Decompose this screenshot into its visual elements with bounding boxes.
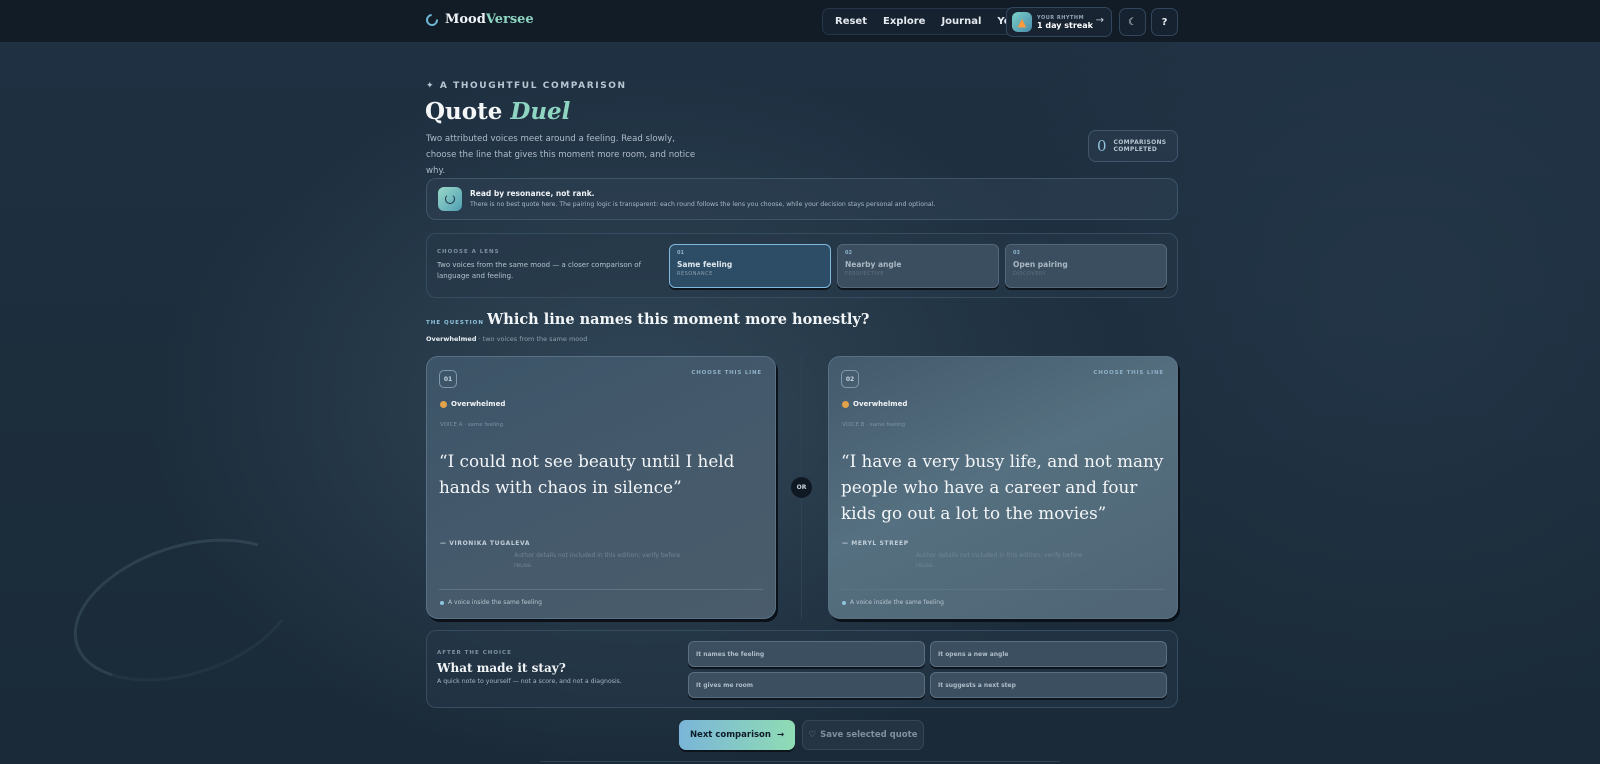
card-divider xyxy=(439,589,763,590)
reason-names-feeling[interactable]: It names the feeling xyxy=(688,641,925,667)
lens-option-number: 03 xyxy=(1013,250,1020,256)
refresh-ring-icon xyxy=(438,187,462,211)
card-footer-text: A voice inside the same feeling xyxy=(850,599,944,606)
top-bar: MoodVersee Reset Explore Journal You ▲ Y… xyxy=(0,0,1600,43)
lens-option-name: Open pairing xyxy=(1013,260,1068,269)
resonance-notice: Read by resonance, not rank. There is no… xyxy=(426,178,1178,220)
flame-icon: ▲ xyxy=(1012,12,1032,32)
streak-text: YOUR RHYTHM 1 day streak xyxy=(1037,15,1093,30)
lens-option-sub: DISCOVERY xyxy=(1013,271,1047,277)
question-sub-text: · two voices from the same mood xyxy=(478,335,588,343)
streak-count: 1 xyxy=(1037,20,1043,30)
lens-option-open-pairing[interactable]: 03 Open pairing DISCOVERY xyxy=(1005,244,1167,288)
after-label: AFTER THE CHOICE xyxy=(437,650,512,656)
mood-dot-icon xyxy=(440,400,447,408)
lens-option-name: Same feeling xyxy=(677,260,733,269)
lens-option-sub: PERSPECTIVE xyxy=(845,271,885,277)
reason-next-step[interactable]: It suggests a next step xyxy=(930,672,1167,698)
app-name: MoodVersee xyxy=(445,12,534,27)
notice-text: There is no best quote here. The pairing… xyxy=(470,201,936,208)
streak-unit: day streak xyxy=(1045,20,1093,30)
help-button[interactable]: ? xyxy=(1151,8,1178,36)
nav-journal[interactable]: Journal xyxy=(933,16,989,27)
app-logo[interactable]: MoodVersee xyxy=(423,11,534,28)
save-quote-label: Save selected quote xyxy=(820,730,918,740)
counter-value: 0 xyxy=(1097,137,1107,155)
lens-description: Two voices from the same mood — a closer… xyxy=(437,261,642,280)
theme-toggle-button[interactable]: ☾ xyxy=(1119,8,1146,36)
ring-logo-icon xyxy=(423,11,441,28)
card-footer-text: A voice inside the same feeling xyxy=(448,599,542,606)
heart-icon: ♡ xyxy=(808,730,817,740)
author-note: Author details not included in this edit… xyxy=(514,552,681,569)
question-label: THE QUESTION xyxy=(426,320,484,326)
card-mood-label: Overwhelmed xyxy=(451,400,506,408)
lens-selector: CHOOSE A LENS Two voices from the same m… xyxy=(426,233,1178,298)
question-text: Which line names this moment more honest… xyxy=(487,311,870,328)
card-number: 01 xyxy=(439,370,457,388)
next-comparison-label: Next comparison xyxy=(689,730,771,740)
page-title: Quote Duel xyxy=(425,98,570,125)
title-accent: Duel xyxy=(510,98,571,125)
author-note: Author details not included in this edit… xyxy=(916,552,1083,569)
reason-new-angle[interactable]: It opens a new angle xyxy=(930,641,1167,667)
quote-card-b[interactable]: 02 CHOOSE THIS LINE Overwhelmed VOICE B … xyxy=(828,356,1178,619)
lens-option-sub: RESONANCE xyxy=(677,271,713,277)
lens-option-nearby-angle[interactable]: 02 Nearby angle PERSPECTIVE xyxy=(837,244,999,288)
or-badge: OR xyxy=(790,476,813,499)
counter-label: COMPARISONS COMPLETED xyxy=(1114,139,1167,153)
quote-text: “I have a very busy life, and not many p… xyxy=(841,451,1164,523)
question-sub: Overwhelmed · two voices from the same m… xyxy=(426,335,587,343)
lens-option-name: Nearby angle xyxy=(845,260,902,269)
question-mood: Overwhelmed xyxy=(426,335,477,343)
card-voice: VOICE A · same feeling xyxy=(440,422,504,428)
lens-option-same-feeling[interactable]: 01 Same feeling RESONANCE xyxy=(669,244,831,288)
card-mood: Overwhelmed xyxy=(842,400,907,408)
arrow-right-icon: → xyxy=(776,730,785,740)
nav-explore[interactable]: Explore xyxy=(875,16,933,27)
card-number: 02 xyxy=(841,370,859,388)
lens-option-number: 02 xyxy=(845,250,852,256)
decorative-ring xyxy=(55,512,315,708)
card-voice: VOICE B · same feeling xyxy=(842,422,906,428)
streak-value: 1 day streak xyxy=(1037,21,1093,30)
choose-line-button[interactable]: CHOOSE THIS LINE xyxy=(691,370,762,376)
quote-card-a[interactable]: 01 CHOOSE THIS LINE Overwhelmed VOICE A … xyxy=(426,356,776,619)
lens-label: CHOOSE A LENS xyxy=(437,249,500,255)
quote-author: — VIRONIKA TUGALEVA xyxy=(440,540,531,547)
page-eyebrow: ✦ A THOUGHTFUL COMPARISON xyxy=(426,81,627,91)
app-name-main: Mood xyxy=(445,12,486,27)
next-comparison-button[interactable]: Next comparison → xyxy=(679,720,795,750)
nav-reset[interactable]: Reset xyxy=(827,16,875,27)
mood-dot-icon xyxy=(842,400,849,408)
title-main: Quote xyxy=(425,98,503,125)
save-quote-button[interactable]: ♡ Save selected quote xyxy=(802,720,924,750)
after-choice-panel: AFTER THE CHOICE What made it stay? A qu… xyxy=(426,630,1178,708)
card-mood: Overwhelmed xyxy=(440,400,505,408)
card-divider xyxy=(841,589,1165,590)
app-name-accent: Versee xyxy=(485,12,534,27)
after-title: What made it stay? xyxy=(437,661,566,675)
streak-widget[interactable]: ▲ YOUR RHYTHM 1 day streak → xyxy=(1006,7,1112,37)
moon-icon: ☾ xyxy=(1128,16,1137,28)
dot-icon xyxy=(440,600,444,605)
reason-gives-room[interactable]: It gives me room xyxy=(688,672,925,698)
dot-icon xyxy=(842,600,846,605)
card-footer: A voice inside the same feeling xyxy=(842,599,944,606)
arrow-right-icon: → xyxy=(1095,15,1104,26)
counter-label-line1: COMPARISONS xyxy=(1113,139,1167,146)
comparisons-counter: 0 COMPARISONS COMPLETED xyxy=(1088,130,1178,162)
quote-text: “I could not see beauty until I held han… xyxy=(439,451,735,497)
counter-label-line2: COMPLETED xyxy=(1113,146,1158,153)
after-sub: A quick note to yourself — not a score, … xyxy=(437,678,622,685)
page-subtitle: Two attributed voices meet around a feel… xyxy=(426,134,696,176)
main-nav: Reset Explore Journal You xyxy=(822,8,1031,35)
card-footer: A voice inside the same feeling xyxy=(440,599,542,606)
card-mood-label: Overwhelmed xyxy=(853,400,908,408)
notice-title: Read by resonance, not rank. xyxy=(470,189,595,198)
choose-line-button[interactable]: CHOOSE THIS LINE xyxy=(1093,370,1164,376)
lens-option-number: 01 xyxy=(677,250,684,256)
quote-author: — MERYL STREEP xyxy=(842,540,909,547)
help-icon: ? xyxy=(1161,16,1168,28)
